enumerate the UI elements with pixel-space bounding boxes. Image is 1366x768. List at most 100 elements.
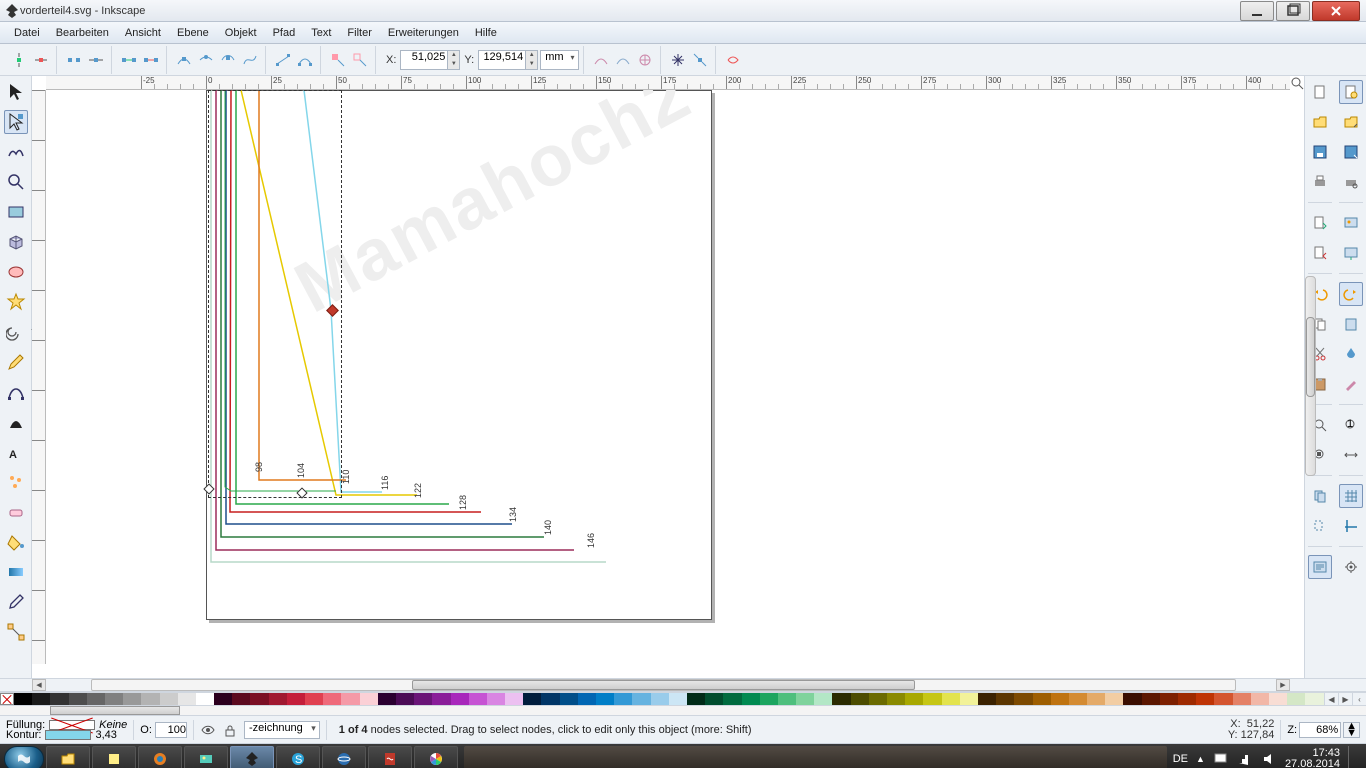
menu-erweiterungen[interactable]: Erweiterungen bbox=[380, 25, 467, 41]
export-bitmap-button[interactable] bbox=[1339, 241, 1363, 265]
fill-swatch[interactable] bbox=[49, 720, 95, 730]
show-clip-button[interactable] bbox=[590, 49, 612, 71]
default-template-button[interactable] bbox=[1339, 80, 1363, 104]
swatch[interactable] bbox=[269, 693, 287, 705]
calligraphy-tool[interactable] bbox=[4, 410, 28, 434]
swatch[interactable] bbox=[50, 693, 68, 705]
tray-volume-icon[interactable] bbox=[1261, 751, 1277, 767]
clone-button[interactable] bbox=[1308, 514, 1332, 538]
selector-tool[interactable] bbox=[4, 80, 28, 104]
duplicate-button[interactable] bbox=[1308, 484, 1332, 508]
fill-stroke-button[interactable] bbox=[1339, 342, 1363, 366]
swatch[interactable] bbox=[1033, 693, 1051, 705]
menu-objekt[interactable]: Objekt bbox=[217, 25, 265, 41]
swatch[interactable] bbox=[1105, 693, 1123, 705]
next-path-effect-button[interactable] bbox=[634, 49, 656, 71]
start-button[interactable] bbox=[4, 746, 44, 768]
swatch[interactable] bbox=[1305, 693, 1323, 705]
swatch[interactable] bbox=[214, 693, 232, 705]
layer-select[interactable]: -zeichnung bbox=[244, 721, 320, 739]
swatch[interactable] bbox=[1269, 693, 1287, 705]
dropper-tool[interactable] bbox=[4, 590, 28, 614]
swatch[interactable] bbox=[632, 693, 650, 705]
swatch[interactable] bbox=[705, 693, 723, 705]
swatch[interactable] bbox=[978, 693, 996, 705]
swatch[interactable] bbox=[432, 693, 450, 705]
task-picasa[interactable] bbox=[414, 746, 458, 768]
swatch[interactable] bbox=[851, 693, 869, 705]
swatch[interactable] bbox=[742, 693, 760, 705]
swatch[interactable] bbox=[178, 693, 196, 705]
swatch[interactable] bbox=[796, 693, 814, 705]
segment-curve-button[interactable] bbox=[294, 49, 316, 71]
palette-scroll-right[interactable]: ▶ bbox=[1338, 693, 1352, 705]
import-bitmap-button[interactable] bbox=[1339, 211, 1363, 235]
swatch[interactable] bbox=[378, 693, 396, 705]
spiral-tool[interactable] bbox=[4, 320, 28, 344]
menu-text[interactable]: Text bbox=[303, 25, 339, 41]
node-auto-button[interactable] bbox=[239, 49, 261, 71]
swatch[interactable] bbox=[1087, 693, 1105, 705]
scroll-right-button[interactable]: ▶ bbox=[1276, 679, 1290, 691]
swatch[interactable] bbox=[1123, 693, 1141, 705]
swatch[interactable] bbox=[250, 693, 268, 705]
swatch[interactable] bbox=[414, 693, 432, 705]
maximize-button[interactable] bbox=[1276, 1, 1310, 21]
tray-clock[interactable]: 17:4327.08.2014 bbox=[1285, 748, 1340, 768]
x-coord-input[interactable]: 51,025▲▼ bbox=[400, 50, 460, 70]
show-outline-button[interactable] bbox=[722, 49, 744, 71]
swatch[interactable] bbox=[1142, 693, 1160, 705]
swatch[interactable] bbox=[487, 693, 505, 705]
zoom-page-button[interactable]: 1 bbox=[1339, 413, 1363, 437]
guides-button[interactable] bbox=[1339, 514, 1363, 538]
open-recent-button[interactable] bbox=[1339, 110, 1363, 134]
swatch[interactable] bbox=[469, 693, 487, 705]
show-mask-button[interactable] bbox=[612, 49, 634, 71]
swatch[interactable] bbox=[105, 693, 123, 705]
swatch[interactable] bbox=[360, 693, 378, 705]
swatch[interactable] bbox=[887, 693, 905, 705]
minimize-button[interactable] bbox=[1240, 1, 1274, 21]
swatch[interactable] bbox=[451, 693, 469, 705]
task-inkscape[interactable] bbox=[230, 746, 274, 768]
swatch[interactable] bbox=[341, 693, 359, 705]
show-desktop-button[interactable] bbox=[1348, 746, 1356, 768]
y-coord-input[interactable]: 129,514▲▼ bbox=[478, 50, 538, 70]
swatch[interactable] bbox=[669, 693, 687, 705]
swatch[interactable] bbox=[760, 693, 778, 705]
pencil-tool[interactable] bbox=[4, 350, 28, 374]
swatch[interactable] bbox=[323, 693, 341, 705]
3dbox-tool[interactable] bbox=[4, 230, 28, 254]
tray-flag-icon[interactable] bbox=[1213, 751, 1229, 767]
tray-lang[interactable]: DE bbox=[1173, 753, 1188, 765]
swatch[interactable] bbox=[996, 693, 1014, 705]
save-button[interactable] bbox=[1308, 140, 1332, 164]
swatch[interactable] bbox=[560, 693, 578, 705]
task-explorer[interactable] bbox=[46, 746, 90, 768]
swatch[interactable] bbox=[396, 693, 414, 705]
text-tool[interactable]: A bbox=[4, 440, 28, 464]
swatch[interactable] bbox=[905, 693, 923, 705]
open-button[interactable] bbox=[1308, 110, 1332, 134]
delete-segment-button[interactable] bbox=[140, 49, 162, 71]
swatch[interactable] bbox=[614, 693, 632, 705]
swatch[interactable] bbox=[1196, 693, 1214, 705]
zoom-width-button[interactable] bbox=[1339, 443, 1363, 467]
task-pdf[interactable] bbox=[368, 746, 412, 768]
rect-tool[interactable] bbox=[4, 200, 28, 224]
print-preview-button[interactable] bbox=[1339, 170, 1363, 194]
swatch[interactable] bbox=[1178, 693, 1196, 705]
menu-filter[interactable]: Filter bbox=[339, 25, 379, 41]
menu-pfad[interactable]: Pfad bbox=[265, 25, 304, 41]
swatch[interactable] bbox=[196, 693, 214, 705]
swatch[interactable] bbox=[596, 693, 614, 705]
swatch[interactable] bbox=[960, 693, 978, 705]
paste-in-place-button[interactable] bbox=[1339, 312, 1363, 336]
menu-hilfe[interactable]: Hilfe bbox=[467, 25, 505, 41]
gradient-tool[interactable] bbox=[4, 560, 28, 584]
redo-button[interactable] bbox=[1339, 282, 1363, 306]
swatch[interactable] bbox=[160, 693, 178, 705]
swatch[interactable] bbox=[942, 693, 960, 705]
connector-tool[interactable] bbox=[4, 620, 28, 644]
vertical-scrollbar[interactable] bbox=[1305, 276, 1316, 476]
